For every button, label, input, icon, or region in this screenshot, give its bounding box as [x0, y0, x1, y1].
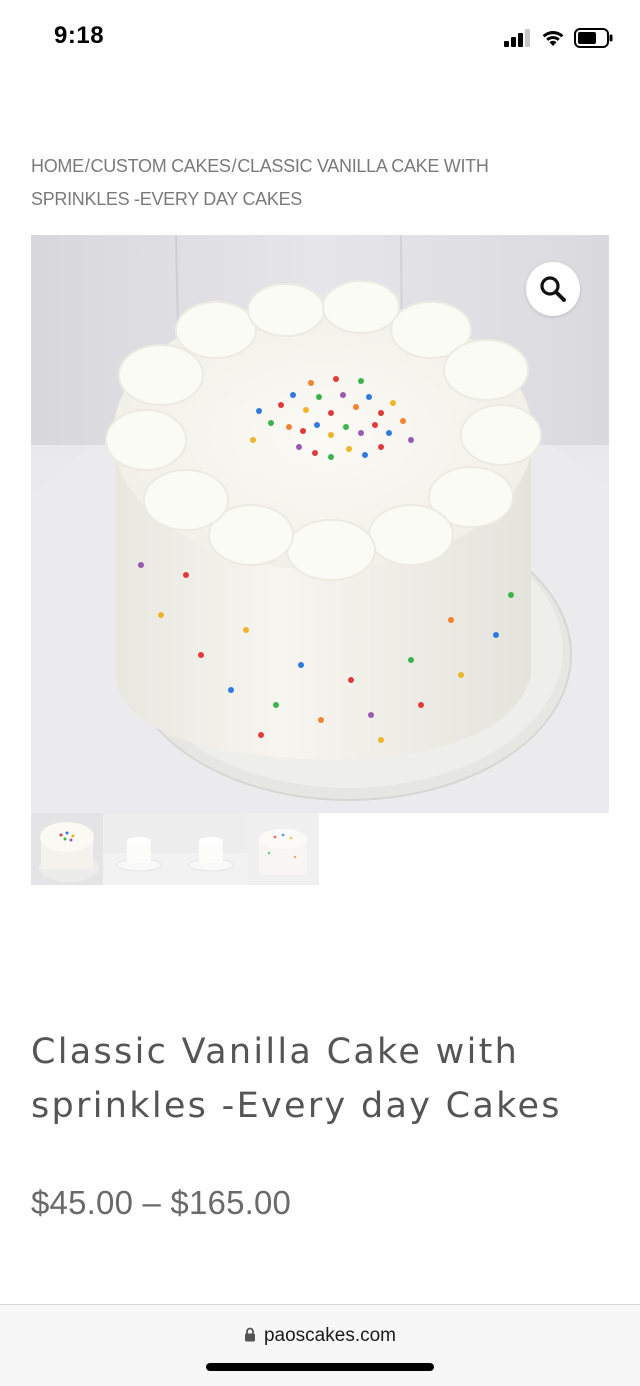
product-title: Classic Vanilla Cake with sprinkles -Eve… [31, 1032, 562, 1126]
breadcrumb: HOME/CUSTOM CAKES/CLASSIC VANILLA CAKE W… [31, 150, 591, 216]
url-text: paoscakes.com [263, 1325, 396, 1346]
zoom-button[interactable] [526, 262, 580, 316]
magnifier-icon [540, 276, 566, 302]
home-indicator[interactable] [206, 1363, 434, 1371]
status-bar: 9:18 [0, 0, 640, 80]
product-page: 9:18 HOME/CUSTOM CAKES/CLASSIC VANILLA C… [0, 0, 640, 1386]
status-time: 9:18 [54, 22, 105, 49]
breadcrumb-home[interactable]: HOME [31, 156, 84, 176]
status-icons [504, 26, 614, 50]
wifi-icon [542, 31, 564, 46]
thumb-cake-on-stand-2[interactable] [175, 813, 247, 885]
cellular-signal-icon [504, 29, 530, 47]
breadcrumb-custom-cakes[interactable]: CUSTOM CAKES [91, 156, 231, 176]
breadcrumb-separator: / [84, 156, 90, 176]
browser-url-bar[interactable]: paoscakes.com [0, 1304, 640, 1386]
url-display[interactable]: paoscakes.com [0, 1325, 640, 1347]
thumb-cake-front-view[interactable] [247, 813, 319, 885]
thumbnail-strip [31, 813, 319, 885]
cake-photo [31, 235, 609, 813]
product-main-image[interactable] [31, 235, 609, 813]
product-price: $45.00 – $165.00 [31, 1184, 292, 1221]
battery-icon [574, 28, 613, 48]
thumb-cake-top-view[interactable] [31, 813, 103, 885]
thumb-cake-on-stand[interactable] [103, 813, 175, 885]
lock-icon [244, 1327, 255, 1342]
